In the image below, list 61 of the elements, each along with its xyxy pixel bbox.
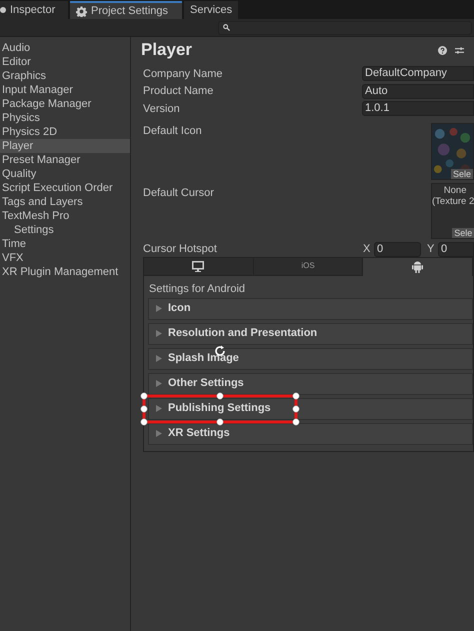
sidebar-item[interactable]: XR Plugin Management: [0, 265, 130, 279]
field-label: Default Cursor: [143, 186, 215, 200]
sidebar-item[interactable]: VFX: [0, 251, 130, 265]
foldout-header[interactable]: Resolution and Presentation: [148, 322, 473, 344]
tab[interactable]: Inspector: [0, 1, 68, 19]
page-title: Player: [141, 39, 192, 62]
sidebar-item[interactable]: Editor: [0, 55, 130, 69]
axis-label: X: [363, 242, 372, 258]
platform-tab[interactable]: iOS: [254, 258, 364, 276]
text-field[interactable]: 1.0.1: [362, 101, 474, 116]
sidebar-item[interactable]: Settings: [0, 223, 130, 237]
sidebar-item[interactable]: Input Manager: [0, 83, 130, 97]
tab[interactable]: Project Settings: [70, 1, 182, 19]
sidebar-item[interactable]: Time: [0, 237, 130, 251]
sidebar-item[interactable]: Physics: [0, 111, 130, 125]
expand-arrow-icon: [156, 430, 162, 437]
icon-slot[interactable]: Sele: [431, 122, 474, 180]
expand-arrow-icon: [156, 380, 162, 387]
foldout-header[interactable]: XR Settings: [148, 422, 473, 444]
expand-arrow-icon: [156, 330, 162, 337]
number-field[interactable]: 0: [374, 242, 421, 257]
sidebar-item[interactable]: Quality: [0, 167, 130, 181]
expand-arrow-icon: [156, 305, 162, 312]
tab[interactable]: Services: [184, 1, 238, 19]
sidebar-item[interactable]: Preset Manager: [0, 153, 130, 167]
search-field[interactable]: [218, 20, 472, 34]
texture-label: (Texture 2: [432, 196, 474, 206]
field-label: Version: [143, 102, 181, 116]
text-field[interactable]: DefaultCompany: [362, 66, 474, 82]
monitor-icon: [192, 260, 204, 272]
sidebar-item[interactable]: Player: [0, 139, 130, 153]
sliders-icon[interactable]: [455, 46, 464, 54]
sidebar-item[interactable]: Script Execution Order: [0, 181, 130, 195]
sidebar-item[interactable]: Physics 2D: [0, 125, 130, 139]
foldout-header[interactable]: Publishing Settings: [148, 398, 473, 420]
text-field[interactable]: Auto: [362, 84, 474, 99]
search-icon: [223, 24, 230, 31]
foldout-header[interactable]: Splash Image: [148, 348, 473, 370]
section-heading: Settings for Android: [148, 282, 246, 296]
expand-arrow-icon: [156, 405, 162, 412]
help-icon[interactable]: [438, 46, 447, 54]
sidebar-item[interactable]: TextMesh Pro: [0, 209, 130, 223]
field-label: Product Name: [143, 84, 214, 99]
field-label: Company Name: [143, 66, 224, 82]
number-field[interactable]: 0: [438, 242, 474, 257]
axis-label: Y: [427, 242, 436, 258]
sidebar-item[interactable]: Package Manager: [0, 97, 130, 111]
platform-tab[interactable]: [144, 258, 254, 276]
sidebar-item[interactable]: Graphics: [0, 69, 130, 83]
gear-icon: [76, 6, 87, 16]
expand-arrow-icon: [156, 355, 162, 362]
texture-label: None: [442, 184, 468, 196]
select-button[interactable]: Sele: [452, 228, 474, 238]
sidebar-item[interactable]: Audio: [0, 41, 130, 55]
sidebar-item[interactable]: Tags and Layers: [0, 195, 130, 209]
android-icon: [412, 260, 424, 272]
field-label: Cursor Hotspot: [143, 242, 218, 258]
field-label: Default Icon: [143, 124, 203, 138]
texture-slot[interactable]: None (Texture 2 Sele: [431, 182, 474, 238]
foldout-header[interactable]: Other Settings: [148, 372, 473, 394]
foldout-header[interactable]: Icon: [148, 298, 473, 320]
